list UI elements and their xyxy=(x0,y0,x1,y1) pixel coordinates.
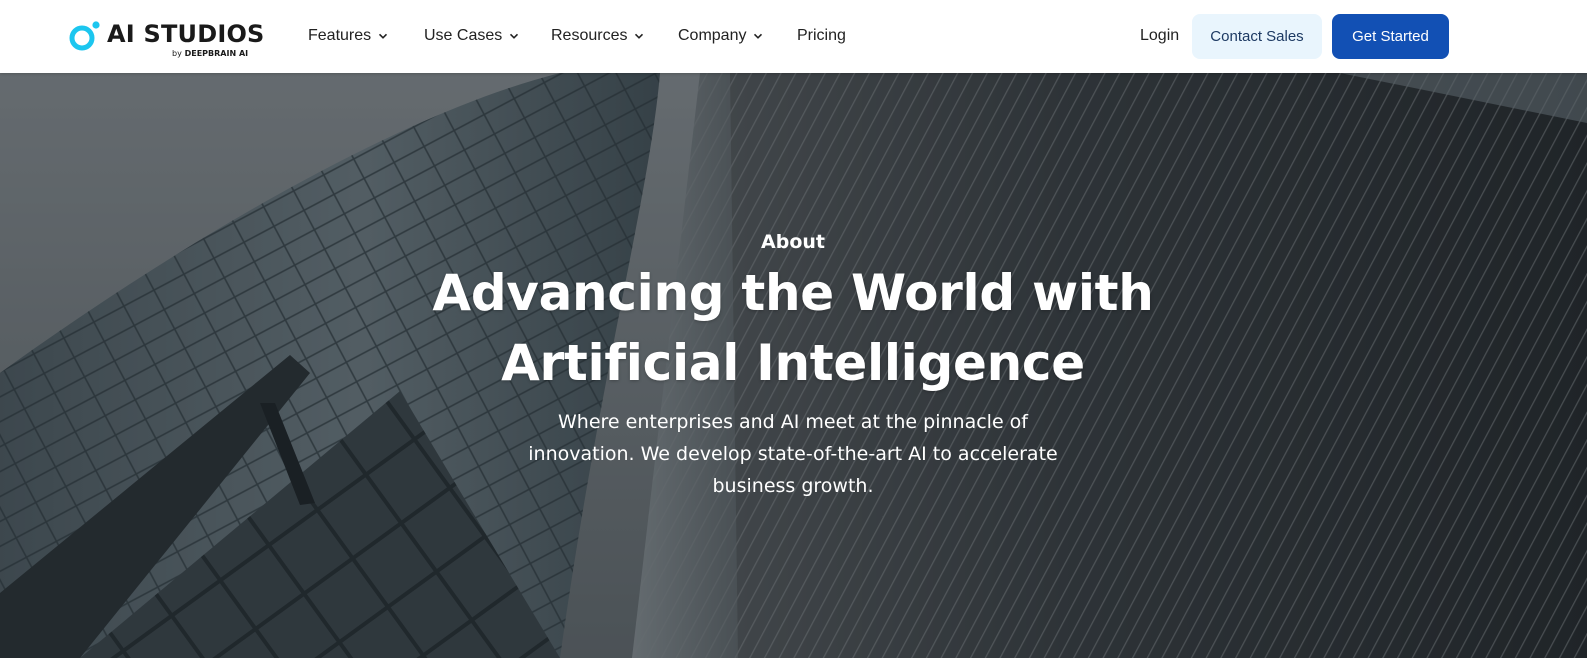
hero-headline: Advancing the World with Artificial Inte… xyxy=(293,258,1293,398)
nav-item-label: Features xyxy=(308,27,372,44)
nav-item-label: Resources xyxy=(551,27,628,44)
brand-byline-prefix: by xyxy=(172,49,182,58)
hero-eyebrow: About xyxy=(761,231,825,253)
site-header: AI STUDIOS by DEEPBRAIN AI Features Use … xyxy=(0,0,1587,73)
hero-subtext-line-1: Where enterprises and AI meet at the pin… xyxy=(558,411,1028,433)
hero-headline-line-2: Artificial Intelligence xyxy=(501,334,1085,392)
brand-byline-brand: DEEPBRAIN AI xyxy=(184,49,249,58)
get-started-button[interactable]: Get Started xyxy=(1332,14,1449,59)
chevron-down-icon xyxy=(754,33,763,39)
brand-logo[interactable]: AI STUDIOS by DEEPBRAIN AI xyxy=(69,13,264,61)
hero-headline-line-1: Advancing the World with xyxy=(432,264,1154,322)
chevron-down-icon xyxy=(510,33,519,39)
login-link[interactable]: Login xyxy=(1140,24,1179,48)
hero-subtext-line-3: business growth. xyxy=(712,475,874,497)
nav-item-label: Use Cases xyxy=(424,27,503,44)
logo-ring-icon xyxy=(69,21,100,51)
chevron-down-icon xyxy=(635,33,644,39)
nav-item-resources[interactable]: Resources xyxy=(551,24,644,48)
nav-item-use-cases[interactable]: Use Cases xyxy=(424,24,519,48)
brand-name: AI STUDIOS xyxy=(107,20,265,48)
nav-item-label: Pricing xyxy=(797,27,846,44)
hero-section: About Advancing the World with Artificia… xyxy=(0,73,1587,658)
chevron-down-icon xyxy=(379,33,388,39)
nav-item-label: Company xyxy=(678,27,747,44)
nav-item-company[interactable]: Company xyxy=(678,24,763,48)
hero-subtext: Where enterprises and AI meet at the pin… xyxy=(483,406,1103,502)
brand-byline: by DEEPBRAIN AI xyxy=(172,49,248,58)
nav-item-features[interactable]: Features xyxy=(308,24,388,48)
hero-content: About Advancing the World with Artificia… xyxy=(293,73,1293,658)
contact-sales-button[interactable]: Contact Sales xyxy=(1192,14,1322,59)
nav-item-pricing[interactable]: Pricing xyxy=(797,24,846,48)
hero-subtext-line-2: innovation. We develop state-of-the-art … xyxy=(528,443,1058,465)
